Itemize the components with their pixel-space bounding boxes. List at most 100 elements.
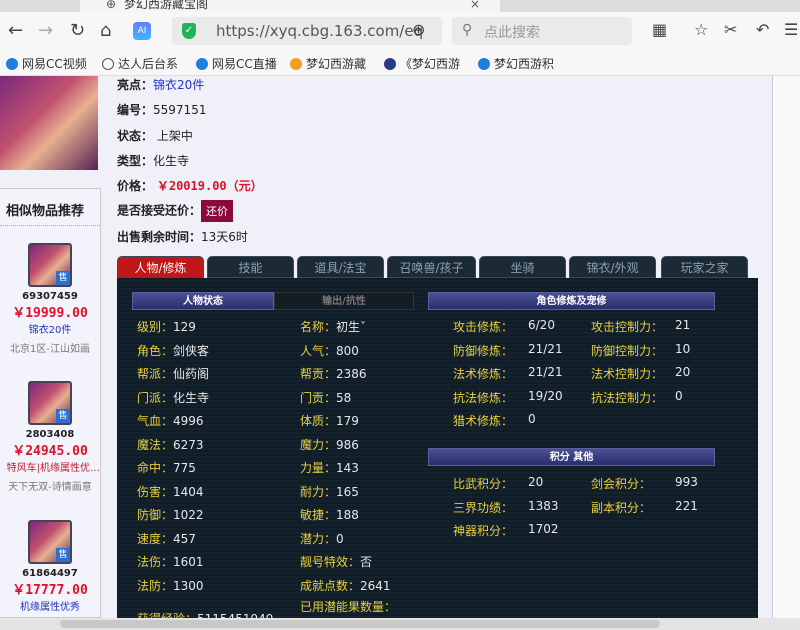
browser-tab-title[interactable]: 梦幻西游藏宝阁 [124, 0, 208, 11]
undo-icon[interactable]: ↶ [756, 20, 769, 39]
stat-label: 猎术修炼： [453, 414, 514, 428]
tab-6[interactable]: 玩家之家 [661, 256, 748, 278]
item-desc[interactable]: 锦衣20件 [0, 321, 100, 336]
stat-value: 剑侠客 [173, 343, 210, 358]
tab-0[interactable]: 人物/修炼 [117, 256, 204, 278]
sale-badge: 售 [56, 548, 70, 562]
similar-item[interactable]: 售 69307459 ￥19999.00 锦衣20件 北京1区-江山如画 [0, 243, 100, 355]
menu-icon[interactable]: ☰ [784, 20, 798, 39]
forward-icon[interactable]: → [38, 20, 53, 41]
bookmark[interactable]: 网易CC直播 [196, 55, 277, 72]
status-row: 状态： 上架中 [117, 129, 193, 143]
stat-row: 命中：775 [137, 459, 196, 476]
stat-row: 防御：1022 [137, 506, 204, 523]
stat-row: 防御修炼： 21/21 防御控制力： 10 [453, 342, 753, 359]
character-avatar [0, 76, 98, 170]
stat-value: 221 [675, 498, 698, 513]
stat-row: 门贡：58 [300, 389, 351, 406]
stat-row: 速度：457 [137, 530, 196, 547]
stat-label: 角色： [137, 343, 174, 358]
browser-tab[interactable]: ⊕ 梦幻西游藏宝阁 × [80, 0, 500, 12]
stat-row: 名称：初生ˇ [300, 318, 366, 335]
tab-3[interactable]: 召唤兽/孩子 [387, 256, 476, 278]
stat-label: 力量： [300, 461, 337, 475]
item-server: 天下无双-诗情画意 [8, 482, 92, 493]
price-row: 价格： ￥20019.00（元） [117, 179, 263, 193]
stat-row: 耐力：165 [300, 483, 359, 500]
bargain-button[interactable]: 还价 [201, 200, 234, 222]
highlight-link[interactable]: 锦衣20件 [153, 78, 204, 92]
stat-label: 法术修炼： [453, 367, 514, 381]
favorites-icon[interactable]: ☆ [694, 20, 708, 39]
subtab-character-status[interactable]: 人物状态 [132, 292, 274, 310]
bookmark[interactable]: 网易CC视频 [6, 55, 87, 72]
stat-value: 165 [336, 484, 359, 499]
stat-label: 敏捷： [300, 508, 337, 522]
stat-label: 比武积分： [453, 477, 514, 491]
stat-value: 21 [675, 318, 691, 332]
item-avatar[interactable]: 售 [28, 520, 72, 564]
stat-label: 命中： [137, 461, 174, 475]
search-box[interactable]: ⚲ 点此搜索 [452, 17, 632, 45]
sale-badge: 售 [56, 271, 70, 285]
tab-5[interactable]: 锦衣/外观 [569, 256, 656, 278]
stat-row: 级别：129 [137, 318, 196, 335]
price-value: ￥20019.00（元） [156, 179, 263, 193]
stat-row: 靓号特效：否 [300, 553, 372, 570]
address-bar[interactable]: ✓ https://xyq.cbg.163.com/eq ⊕ [172, 17, 442, 45]
stat-value: 1022 [173, 508, 204, 522]
stat-value: 2641 [360, 578, 391, 593]
reload-icon[interactable]: ↻ [70, 20, 85, 41]
bookmark[interactable]: 梦幻西游积 [478, 55, 554, 72]
bookmark[interactable]: 达人后台系 [102, 55, 178, 72]
stat-row: 气血：4996 [137, 412, 204, 429]
stat-label: 潜力： [300, 531, 337, 546]
stat-value: 1300 [173, 578, 204, 593]
stat-label: 体质： [300, 414, 337, 428]
url-text[interactable]: https://xyq.cbg.163.com/eq [216, 22, 423, 40]
subtab-output-resistance[interactable]: 输出/抗性 [274, 292, 414, 310]
stat-row: 帮派：仙药阁 [137, 365, 209, 382]
scrollbar-thumb[interactable] [60, 620, 660, 628]
stat-label: 帮派： [137, 367, 174, 381]
stat-row: 魔力：986 [300, 436, 359, 453]
home-icon[interactable]: ⌂ [100, 20, 111, 41]
similar-item[interactable]: 售 61864497 ￥17777.00 机缘属性优秀 [0, 520, 100, 613]
item-avatar[interactable]: 售 [28, 381, 72, 425]
stat-label: 副本积分： [591, 500, 652, 515]
stat-row: 伤害：1404 [137, 483, 204, 500]
item-desc[interactable]: 特风车|机缘属性优… [0, 459, 100, 474]
item-id: 69307459 [22, 291, 78, 302]
stat-value: 初生ˇ [336, 320, 367, 334]
stat-label: 攻击控制力： [591, 320, 664, 334]
bookmark[interactable]: 《梦幻西游 [384, 55, 460, 72]
tab-4[interactable]: 坐骑 [479, 256, 566, 278]
stat-label: 已用潜能果数量： [300, 600, 397, 614]
search-placeholder[interactable]: 点此搜索 [484, 22, 540, 42]
item-avatar[interactable]: 售 [28, 243, 72, 287]
stat-label: 法伤： [137, 555, 174, 569]
page-right-margin [772, 76, 800, 618]
zoom-icon[interactable]: ⊕ [412, 20, 425, 39]
ai-icon[interactable]: AI [133, 22, 151, 40]
bargain-row: 是否接受还价： 还价 [117, 200, 234, 222]
stat-value: 19/20 [528, 388, 563, 403]
stat-value: 143 [336, 461, 359, 475]
horizontal-scrollbar[interactable] [0, 618, 800, 630]
tab-2[interactable]: 道具/法宝 [297, 256, 384, 278]
similar-item[interactable]: 售 2803408 ￥24945.00 特风车|机缘属性优… 天下无双-诗情画意 [0, 381, 100, 493]
tab-1[interactable]: 技能 [207, 256, 294, 278]
cut-icon[interactable]: ✂ [724, 20, 737, 39]
stat-value: 188 [336, 508, 359, 522]
stat-label: 剑会积分： [591, 477, 652, 491]
close-tab-icon[interactable]: × [470, 0, 480, 11]
apps-icon[interactable]: ▦ [652, 20, 667, 39]
stat-value: 1404 [173, 484, 204, 499]
divider [0, 225, 100, 226]
back-icon[interactable]: ← [8, 20, 23, 41]
bookmark[interactable]: 梦幻西游藏 [290, 55, 366, 72]
stat-row: 力量：143 [300, 459, 359, 476]
stat-label: 成就点数： [300, 578, 361, 593]
item-desc[interactable]: 机缘属性优秀 [0, 598, 100, 613]
stat-value: 1601 [173, 555, 204, 569]
